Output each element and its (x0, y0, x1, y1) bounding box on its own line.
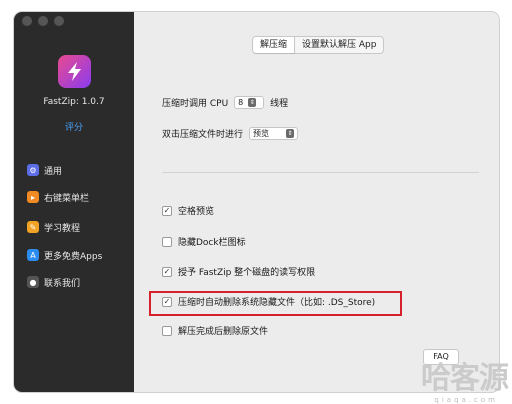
double-click-row: 双击压缩文件时进行 预览 ⇕ (162, 127, 299, 140)
checkbox-checked-icon[interactable]: ✓ (162, 266, 172, 277)
cursor-icon: ▸ (27, 191, 39, 203)
cpu-thread-unit: 线程 (270, 99, 289, 109)
watermark: 哈客源 qiaqa.com (392, 361, 509, 404)
sidebar-item-context-menu[interactable]: ▸ 右键菜单栏 (27, 188, 89, 206)
app-store-icon: A (27, 249, 39, 261)
checkbox-label: 解压完成后删除原文件 (178, 327, 269, 337)
double-click-label: 双击压缩文件时进行 (162, 130, 244, 140)
sidebar-item-label: 学习教程 (44, 223, 81, 234)
checkbox-unchecked-icon[interactable] (162, 325, 172, 336)
chevron-updown-icon: ⇕ (286, 129, 295, 138)
checkbox-label: 空格预览 (178, 207, 215, 217)
tab-default-app[interactable]: 设置默认解压 App (295, 37, 383, 53)
sidebar-item-more-apps[interactable]: A 更多免费Apps (27, 246, 102, 264)
sidebar-item-label: 右键菜单栏 (44, 193, 90, 204)
checkbox-label: 隐藏Dock栏图标 (178, 238, 246, 248)
sidebar-item-label: 联系我们 (44, 278, 81, 289)
chevron-updown-icon: ⇕ (248, 98, 257, 107)
app-logo-icon (58, 55, 91, 88)
sidebar-item-label: 通用 (44, 166, 63, 177)
section-divider (162, 172, 479, 173)
settings-panel: 解压缩 设置默认解压 App 压缩时调用 CPU 8 ⇕ 线程 双击压缩文件时进… (134, 12, 499, 392)
zoom-window-button[interactable] (54, 16, 64, 26)
watermark-url: qiaqa.com (434, 396, 498, 404)
red-highlight-box (149, 291, 402, 316)
checkbox-label: 授予 FastZip 整个磁盘的读写权限 (178, 268, 316, 278)
watermark-text: 哈客源 (421, 361, 509, 396)
sidebar-item-label: 更多免费Apps (44, 251, 103, 262)
sidebar: FastZip: 1.0.7 评分 ⚙ 通用 ▸ 右键菜单栏 ✎ 学习教程 A … (14, 12, 134, 392)
double-click-select[interactable]: 预览 ⇕ (249, 127, 299, 140)
sidebar-item-tutorial[interactable]: ✎ 学习教程 (27, 218, 80, 236)
tab-decompress[interactable]: 解压缩 (253, 37, 296, 53)
checkbox-delete-after-extract[interactable]: 解压完成后删除原文件 (162, 324, 268, 337)
checkbox-disk-access[interactable]: ✓ 授予 FastZip 整个磁盘的读写权限 (162, 265, 315, 278)
minimize-window-button[interactable] (38, 16, 48, 26)
checkbox-checked-icon[interactable]: ✓ (162, 205, 172, 216)
checkbox-hide-dock[interactable]: 隐藏Dock栏图标 (162, 235, 246, 248)
app-window: FastZip: 1.0.7 评分 ⚙ 通用 ▸ 右键菜单栏 ✎ 学习教程 A … (14, 12, 499, 392)
sidebar-item-contact[interactable]: ● 联系我们 (27, 273, 80, 291)
cpu-thread-row: 压缩时调用 CPU 8 ⇕ 线程 (162, 96, 288, 109)
tab-bar: 解压缩 设置默认解压 App (252, 36, 385, 54)
window-controls (22, 16, 64, 26)
checkbox-space-preview[interactable]: ✓ 空格预览 (162, 204, 214, 217)
cpu-thread-select[interactable]: 8 ⇕ (234, 96, 265, 109)
book-icon: ✎ (27, 221, 39, 233)
close-window-button[interactable] (22, 16, 32, 26)
gear-icon: ⚙ (27, 164, 39, 176)
rate-link[interactable]: 评分 (14, 120, 134, 133)
cpu-label: 压缩时调用 CPU (162, 99, 229, 109)
people-icon: ● (27, 276, 39, 288)
app-version: FastZip: 1.0.7 (43, 97, 105, 107)
checkbox-unchecked-icon[interactable] (162, 236, 172, 247)
sidebar-item-general[interactable]: ⚙ 通用 (27, 161, 62, 179)
